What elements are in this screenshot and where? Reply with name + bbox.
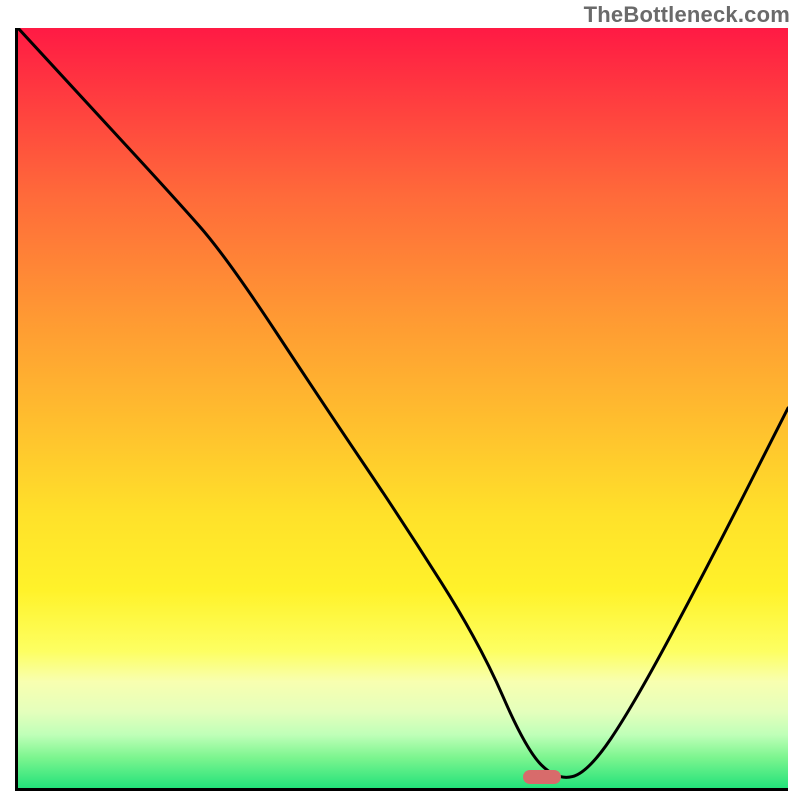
watermark-text: TheBottleneck.com	[584, 2, 790, 28]
bottleneck-curve	[18, 28, 788, 777]
plot-area	[15, 28, 788, 791]
curve-svg	[18, 28, 788, 788]
optimal-marker	[523, 770, 561, 784]
chart-container: TheBottleneck.com	[0, 0, 800, 800]
